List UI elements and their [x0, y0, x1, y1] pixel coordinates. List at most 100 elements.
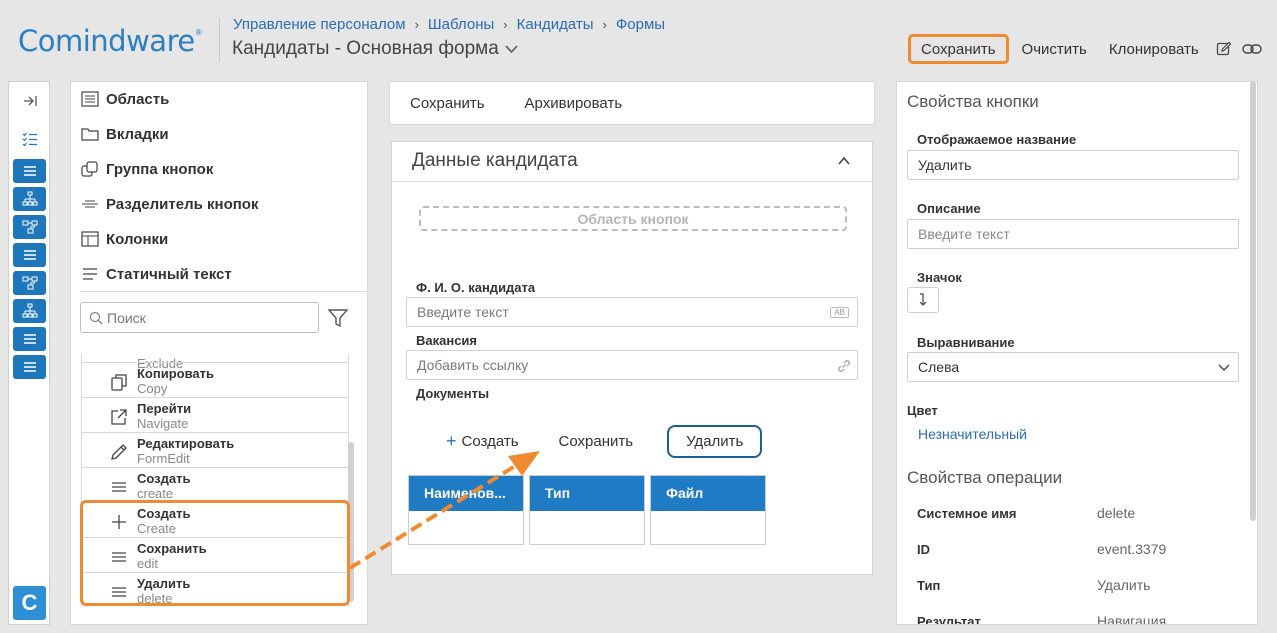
tool-area[interactable]: Область [80, 90, 169, 108]
table-header[interactable]: Наименов... [409, 476, 523, 511]
hierarchy-icon[interactable] [13, 187, 46, 211]
filter-icon[interactable] [327, 307, 349, 329]
properties-panel: Свойства кнопки Отображаемое название Уд… [896, 81, 1258, 625]
collapse-icon[interactable] [13, 89, 46, 113]
vacancy-placeholder: Добавить ссылку [417, 357, 529, 373]
form-save-button[interactable]: Сохранить [410, 95, 485, 112]
type-label: Тип [917, 578, 941, 593]
folder-icon [80, 125, 100, 143]
button-group-icon [80, 160, 100, 178]
breadcrumb-candidates[interactable]: Кандидаты [517, 16, 594, 33]
tool-tabs[interactable]: Вкладки [80, 125, 169, 143]
chevron-down-icon [505, 44, 518, 53]
delete-button[interactable]: Удалить [667, 424, 763, 458]
id-label: ID [917, 542, 930, 557]
archive-button[interactable]: Архивировать [525, 95, 623, 112]
operation-props-heading: Свойства операции [907, 468, 1063, 487]
chevron-right-icon: › [602, 17, 607, 32]
table-header[interactable]: Файл [651, 476, 765, 511]
result-label: Результат [917, 614, 981, 625]
link-icon[interactable] [1238, 35, 1266, 63]
app-logo-icon[interactable]: C [13, 586, 46, 620]
description-label: Описание [917, 201, 981, 216]
create-button[interactable]: + Создать [446, 431, 519, 452]
list-icon[interactable] [13, 159, 46, 183]
vacancy-label: Вакансия [416, 333, 478, 348]
comindware-logo[interactable]: Comindware® [18, 24, 203, 58]
display-name-input[interactable]: Удалить [907, 150, 1239, 180]
tool-columns[interactable]: Колонки [80, 230, 168, 248]
highlight-annotation [80, 500, 350, 606]
table-header[interactable]: Тип [530, 476, 644, 511]
list-icon[interactable] [13, 243, 46, 267]
align-select[interactable]: Слева [907, 352, 1239, 382]
columns-icon [80, 230, 100, 248]
tool-static-text[interactable]: Статичный текст [80, 265, 232, 283]
description-input[interactable]: Введите текст [907, 219, 1239, 249]
edit-icon[interactable] [1210, 35, 1238, 63]
button-area-dropzone[interactable]: Область кнопок [419, 206, 847, 231]
align-label: Выравнивание [917, 335, 1015, 350]
breadcrumb-hr[interactable]: Управление персоналом [233, 16, 406, 33]
arrow-down-icon [919, 293, 927, 306]
chevron-right-icon: › [414, 17, 419, 32]
workflow-icon[interactable] [13, 215, 46, 239]
search-icon [89, 311, 103, 324]
id-value: event.3379 [1097, 541, 1167, 557]
documents-label: Документы [416, 386, 490, 401]
table-column-name[interactable]: Наименов... [408, 475, 524, 545]
button-props-heading: Свойства кнопки [907, 92, 1039, 111]
icon-label: Значок [917, 270, 962, 285]
color-link[interactable]: Незначительный [918, 426, 1027, 442]
hierarchy-icon[interactable] [13, 299, 46, 323]
tool-button-group[interactable]: Группа кнопок [80, 160, 213, 178]
table-column-file[interactable]: Файл [650, 475, 766, 545]
save-button[interactable]: Сохранить [559, 433, 634, 450]
table-column-type[interactable]: Тип [529, 475, 645, 545]
form-toolbar: Сохранить Архивировать [389, 81, 875, 125]
page-title[interactable]: Кандидаты - Основная форма [232, 38, 518, 60]
section-header[interactable]: Данные кандидата [392, 142, 872, 182]
text-icon [80, 265, 100, 283]
divider [80, 291, 368, 292]
fio-label: Ф. И. О. кандидата [416, 280, 536, 295]
tool-button-separator[interactable]: Разделитель кнопок [80, 195, 258, 213]
search-input[interactable]: Поиск [80, 302, 319, 333]
link-icon [838, 360, 850, 372]
section-title: Данные кандидата [412, 150, 578, 171]
chevron-down-icon [1218, 364, 1230, 371]
external-link-icon [109, 407, 129, 427]
save-button[interactable]: Сохранить [908, 34, 1009, 64]
workflow-icon[interactable] [13, 271, 46, 295]
fio-input[interactable]: Введите текст AB [406, 297, 858, 327]
list-item[interactable]: Копировать Copy [81, 362, 349, 397]
page-title-text: Кандидаты - Основная форма [232, 38, 499, 59]
chevron-up-icon[interactable] [837, 154, 851, 168]
breadcrumb: Управление персоналом › Шаблоны › Кандид… [233, 16, 665, 33]
checklist-icon[interactable] [13, 127, 46, 151]
text-type-icon: AB [830, 307, 849, 318]
scrollbar[interactable] [1250, 81, 1256, 521]
color-label: Цвет [907, 403, 938, 418]
list-item[interactable]: Перейти Navigate [81, 397, 349, 432]
breadcrumb-forms[interactable]: Формы [616, 16, 665, 33]
list-item[interactable]: Создать create [81, 467, 349, 502]
breadcrumb-templates[interactable]: Шаблоны [428, 16, 494, 33]
clear-button[interactable]: Очистить [1011, 34, 1098, 64]
clone-button[interactable]: Клонировать [1098, 34, 1210, 64]
area-icon [80, 90, 100, 108]
fio-placeholder: Введите текст [417, 304, 509, 320]
documents-actions: + Создать Сохранить Удалить [446, 424, 763, 458]
top-actions: Сохранить Очистить Клонировать [908, 34, 1266, 64]
icon-picker[interactable] [907, 287, 939, 313]
result-value: Навигация [1097, 613, 1167, 625]
system-name-value: delete [1097, 505, 1136, 521]
vacancy-input[interactable]: Добавить ссылку [406, 350, 858, 380]
copy-icon [109, 372, 129, 392]
display-name-label: Отображаемое название [917, 132, 1077, 147]
list-icon[interactable] [13, 355, 46, 379]
left-rail: C [8, 81, 50, 625]
list-item[interactable]: Редактировать FormEdit [81, 432, 349, 467]
list-icon[interactable] [13, 327, 46, 351]
plus-icon: + [446, 430, 457, 451]
